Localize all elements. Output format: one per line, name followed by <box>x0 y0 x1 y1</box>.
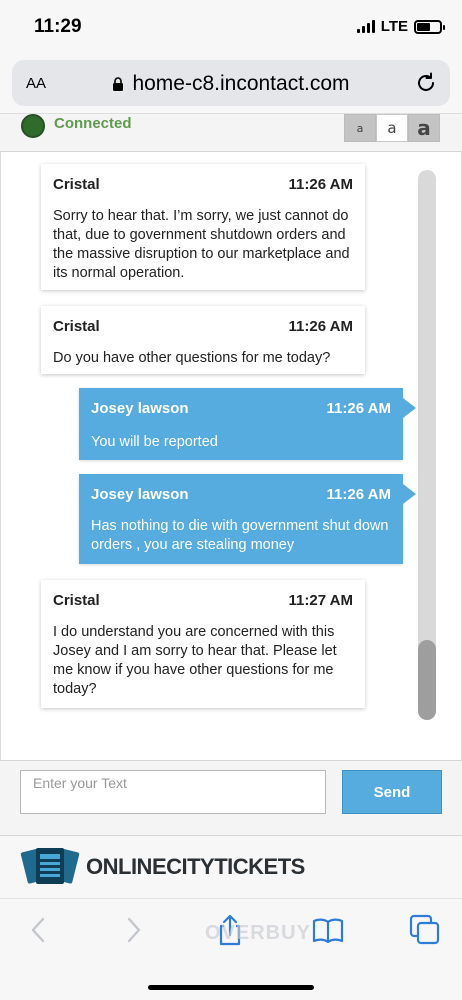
chat-message: Cristal 11:26 AM Do you have other questi… <box>41 306 365 374</box>
message-text: Do you have other questions for me today… <box>53 350 331 366</box>
reload-icon[interactable] <box>414 71 438 95</box>
font-medium-button[interactable]: a <box>376 114 408 142</box>
send-button[interactable]: Send <box>342 770 442 814</box>
scrollbar-thumb[interactable] <box>418 640 436 720</box>
status-icons: LTE <box>356 18 445 35</box>
chat-transcript[interactable]: Cristal 11:26 AM Sorry to hear that. I’m … <box>0 152 462 760</box>
lock-icon <box>113 77 124 91</box>
font-small-button[interactable]: a <box>344 114 376 142</box>
signal-icon <box>356 20 375 33</box>
brand-footer: ONLINECITYTICKETS <box>0 836 462 898</box>
chat-message-outgoing: Josey lawson 11:26 AM Has nothing to die … <box>79 474 416 564</box>
browser-toolbar: OVERBUY <box>0 898 462 1000</box>
chat-message: Cristal 11:27 AM I do understand you are … <box>41 580 365 708</box>
chat-header: Connected a a a <box>0 114 462 152</box>
watermark-logo: OVERBUY <box>205 922 311 944</box>
back-icon[interactable] <box>22 913 56 947</box>
tabs-icon[interactable] <box>408 913 442 947</box>
message-sender: Cristal <box>53 318 100 335</box>
message-time: 11:26 AM <box>326 486 391 503</box>
bookmarks-icon[interactable] <box>311 913 345 947</box>
browser-address-area: AA home-c8.incontact.com <box>0 56 462 114</box>
message-text: Sorry to hear that. I’m sorry, we just c… <box>53 208 350 281</box>
url-text: home-c8.incontact.com <box>132 72 350 95</box>
home-indicator <box>148 985 314 990</box>
status-time: 11:29 <box>34 16 82 37</box>
chat-message: Cristal 11:26 AM Sorry to hear that. I’m … <box>41 164 365 290</box>
message-composer: Send <box>0 760 462 836</box>
connection-status-label: Connected <box>54 115 132 132</box>
message-sender: Josey lawson <box>91 400 189 417</box>
message-time: 11:26 AM <box>288 176 353 193</box>
font-large-button[interactable]: a <box>408 114 440 142</box>
address-bar[interactable]: AA home-c8.incontact.com <box>12 60 450 106</box>
url-display[interactable]: home-c8.incontact.com <box>12 72 450 96</box>
message-time: 11:26 AM <box>326 400 391 417</box>
battery-icon <box>414 19 445 34</box>
message-time: 11:26 AM <box>288 318 353 335</box>
message-text: Has nothing to die with government shut … <box>91 518 389 553</box>
message-sender: Josey lawson <box>91 486 189 503</box>
message-sender: Cristal <box>53 176 100 193</box>
message-sender: Cristal <box>53 592 100 609</box>
message-time: 11:27 AM <box>288 592 353 609</box>
message-text: You will be reported <box>91 434 218 450</box>
message-text: I do understand you are concerned with t… <box>53 624 337 697</box>
message-input[interactable] <box>20 770 326 814</box>
font-size-controls: a a a <box>344 114 440 142</box>
forward-icon[interactable] <box>116 913 150 947</box>
ticket-logo-icon <box>20 848 80 884</box>
network-label: LTE <box>380 18 408 35</box>
brand-name: ONLINECITYTICKETS <box>86 854 305 879</box>
scrollbar[interactable] <box>418 170 436 720</box>
chat-message-outgoing: Josey lawson 11:26 AM You will be reporte… <box>79 388 416 460</box>
connection-status-icon <box>21 114 45 138</box>
status-bar: 11:29 LTE <box>0 0 462 56</box>
